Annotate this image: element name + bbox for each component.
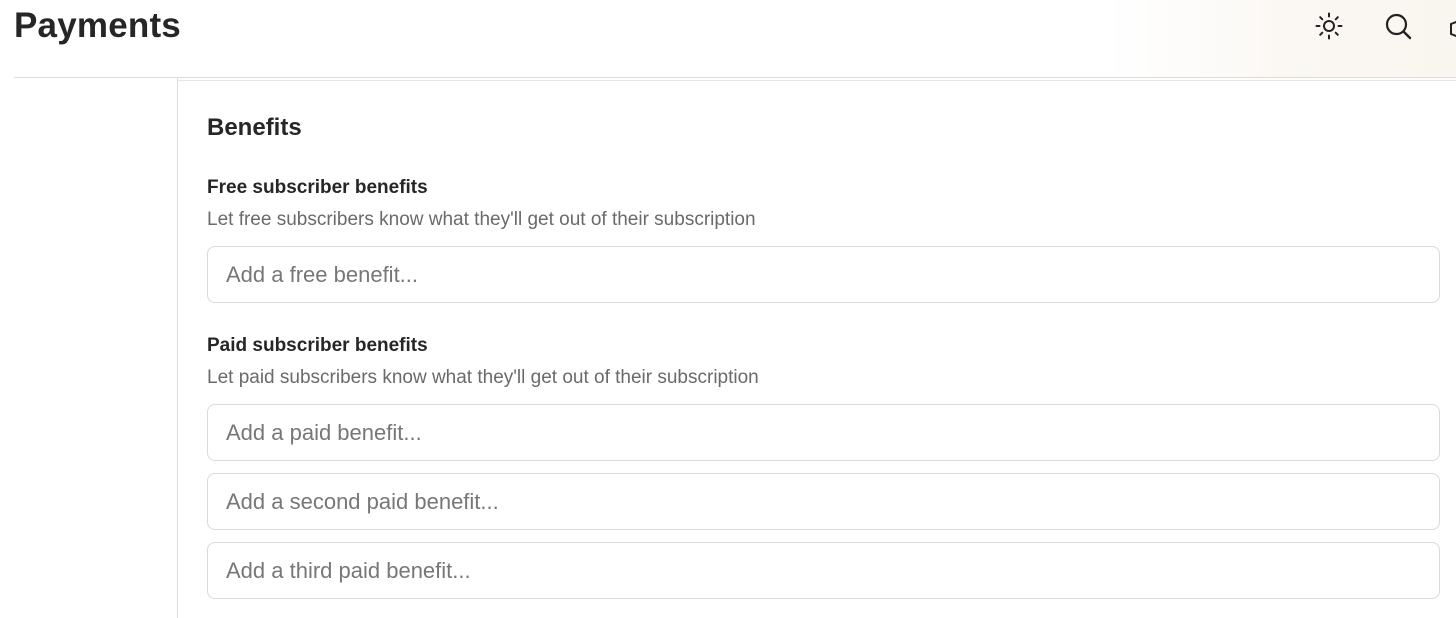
search-icon: [1385, 13, 1412, 40]
theme-toggle-button[interactable]: [1313, 10, 1345, 42]
paid-benefit-input-3[interactable]: [207, 542, 1440, 599]
free-benefits-label: Free subscriber benefits: [207, 177, 428, 198]
top-bar: Payments: [0, 0, 1456, 78]
page-title: Payments: [14, 6, 181, 45]
sun-icon: [1315, 12, 1343, 40]
paid-benefits-description: Let paid subscribers know what they'll g…: [207, 367, 759, 388]
free-benefits-description: Let free subscribers know what they'll g…: [207, 209, 756, 230]
search-button[interactable]: [1382, 10, 1414, 42]
paid-benefit-input-1[interactable]: [207, 404, 1440, 461]
partially-visible-icon[interactable]: [1449, 12, 1456, 42]
sidebar-divider: [177, 78, 178, 618]
paid-benefits-label: Paid subscriber benefits: [207, 335, 428, 356]
header-divider: [14, 77, 1456, 78]
free-benefit-input[interactable]: [207, 246, 1440, 303]
content-top-divider: [177, 80, 1456, 81]
paid-benefit-input-2[interactable]: [207, 473, 1440, 530]
section-title: Benefits: [207, 114, 302, 141]
